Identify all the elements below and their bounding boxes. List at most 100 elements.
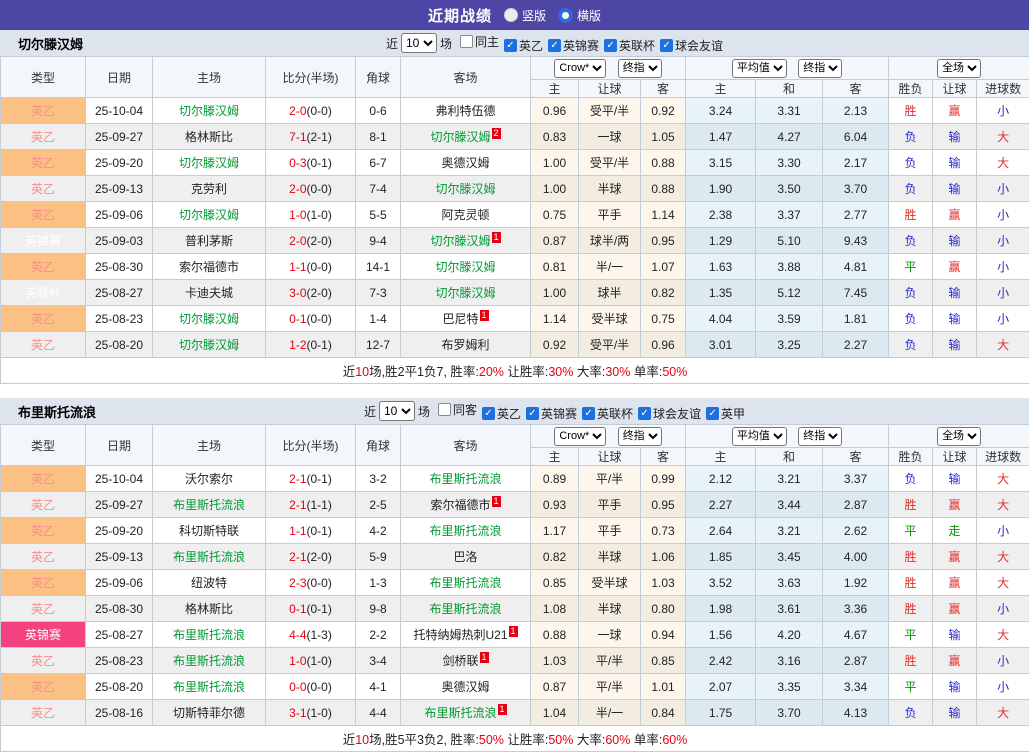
- avg-home-cell: 1.63: [686, 254, 756, 280]
- team-name-text: 克劳利: [191, 182, 227, 196]
- recent-matches-table: 类型 日期 主场 比分(半场) 角球 客场 Crow* 终指 平均值 终指 全场: [0, 424, 1029, 752]
- match-count-select[interactable]: 10: [379, 401, 415, 421]
- section-gap: [0, 384, 1029, 398]
- match-type-cell: 英乙: [1, 306, 86, 332]
- fulltime-score: 0-3: [289, 156, 306, 170]
- avg-home-cell: 2.64: [686, 518, 756, 544]
- same-side-checkbox[interactable]: 同客: [438, 401, 477, 418]
- handicap-result-cell: 输: [933, 332, 977, 358]
- checkbox-checked-icon: ✓: [660, 39, 673, 52]
- odds-source-select[interactable]: Crow*: [554, 427, 606, 446]
- games-label: 场: [418, 403, 430, 420]
- score-cell: 2-0(0-0): [266, 176, 356, 202]
- handicap-cell: 平/半: [579, 674, 641, 700]
- result-cell: 负: [889, 228, 933, 254]
- home-team-cell: 沃尔索尔: [153, 466, 266, 492]
- avg-draw-cell: 3.16: [756, 648, 823, 674]
- halftime-score: (2-0): [307, 286, 332, 300]
- avg-away-cell: 1.92: [823, 570, 889, 596]
- match-type-cell: 英锦赛: [1, 622, 86, 648]
- league-checkbox[interactable]: ✓英联杯: [582, 405, 633, 422]
- handicap-result-cell: 赢: [933, 492, 977, 518]
- scope-select[interactable]: 全场: [937, 427, 981, 446]
- layout-option-vertical[interactable]: 竖版: [504, 7, 546, 24]
- fulltime-score: 2-3: [289, 576, 306, 590]
- avg-draw-cell: 3.30: [756, 150, 823, 176]
- near-label: 近: [364, 403, 376, 420]
- result-text: 平: [905, 628, 917, 642]
- red-card-badge: 1: [480, 310, 489, 321]
- result-text: 大: [997, 130, 1009, 144]
- date-cell: 25-09-27: [86, 124, 153, 150]
- avg-away-cell: 2.87: [823, 648, 889, 674]
- away-team-cell: 切尔滕汉姆: [401, 254, 531, 280]
- col-odds-home: 主: [531, 80, 579, 98]
- avg-draw-cell: 5.10: [756, 228, 823, 254]
- handicap-cell: 平/半: [579, 648, 641, 674]
- avg-source-select[interactable]: 平均值: [732, 427, 787, 446]
- score-cell: 2-1(1-1): [266, 492, 356, 518]
- avg-stage-select[interactable]: 终指: [798, 427, 842, 446]
- avg-group-header: 平均值 终指: [686, 425, 889, 448]
- corner-cell: 5-9: [356, 544, 401, 570]
- corner-cell: 3-4: [356, 648, 401, 674]
- team-name-text: 布里斯托流浪: [429, 472, 501, 486]
- score-cell: 2-3(0-0): [266, 570, 356, 596]
- col-away: 客场: [401, 425, 531, 466]
- handicap-cell: 平手: [579, 202, 641, 228]
- odds-away-cell: 0.88: [641, 150, 686, 176]
- odds-away-cell: 0.92: [641, 98, 686, 124]
- match-row: 英乙25-09-06切尔滕汉姆1-0(1-0)5-5阿克灵顿0.75平手1.14…: [1, 202, 1029, 228]
- team-name-text: 格林斯比: [185, 130, 233, 144]
- odds-stage-select[interactable]: 终指: [618, 427, 662, 446]
- match-row: 英乙25-10-04切尔滕汉姆2-0(0-0)0-6弗利特伍德0.96受平/半0…: [1, 98, 1029, 124]
- result-text: 输: [949, 706, 961, 720]
- league-checkbox[interactable]: ✓英锦赛: [526, 405, 577, 422]
- league-checkbox[interactable]: ✓英锦赛: [548, 37, 599, 54]
- team-name-text: 巴洛: [453, 550, 477, 564]
- match-count-select[interactable]: 10: [401, 33, 437, 53]
- odds-home-cell: 0.87: [531, 228, 579, 254]
- handicap-result-cell: 赢: [933, 596, 977, 622]
- match-type-cell: 英乙: [1, 202, 86, 228]
- match-row: 英乙25-09-20切尔滕汉姆0-3(0-1)6-7奥德汉姆1.00受平/半0.…: [1, 150, 1029, 176]
- handicap-result-cell: 赢: [933, 254, 977, 280]
- avg-source-select[interactable]: 平均值: [732, 59, 787, 78]
- match-type-cell: 英乙: [1, 700, 86, 726]
- league-checkbox[interactable]: ✓英乙: [504, 37, 543, 54]
- date-cell: 25-09-20: [86, 518, 153, 544]
- team-name-text: 布里斯托流浪: [173, 550, 245, 564]
- handicap-cell: 球半: [579, 280, 641, 306]
- odds-stage-select[interactable]: 终指: [618, 59, 662, 78]
- handicap-result-cell: 输: [933, 674, 977, 700]
- same-side-checkbox[interactable]: 同主: [460, 33, 499, 50]
- odds-away-cell: 0.99: [641, 466, 686, 492]
- league-checkbox[interactable]: ✓球会友谊: [638, 405, 701, 422]
- odds-home-cell: 1.08: [531, 596, 579, 622]
- home-team-cell: 克劳利: [153, 176, 266, 202]
- scope-select[interactable]: 全场: [937, 59, 981, 78]
- summary-segment: 60%: [662, 733, 687, 747]
- league-checkbox[interactable]: ✓英乙: [482, 405, 521, 422]
- avg-home-cell: 2.07: [686, 674, 756, 700]
- fulltime-score: 0-0: [289, 680, 306, 694]
- team-name-text: 切尔滕汉姆: [179, 338, 239, 352]
- away-team-cell: 切尔滕汉姆: [401, 176, 531, 202]
- odds-away-cell: 0.73: [641, 518, 686, 544]
- result-cell: 胜: [889, 544, 933, 570]
- result-cell: 胜: [889, 648, 933, 674]
- filter-bar: 近 10 场 同客 ✓英乙 ✓英锦赛 ✓英联杯 ✓球会友谊 ✓英甲: [364, 401, 745, 422]
- league-checkbox[interactable]: ✓英甲: [706, 405, 745, 422]
- avg-stage-select[interactable]: 终指: [798, 59, 842, 78]
- corner-cell: 2-2: [356, 622, 401, 648]
- topbar: 近期战绩 竖版 横版: [0, 0, 1029, 30]
- date-cell: 25-08-27: [86, 280, 153, 306]
- away-team-cell: 托特纳姆热刺U211: [401, 622, 531, 648]
- odds-away-cell: 0.96: [641, 332, 686, 358]
- fulltime-score: 1-0: [289, 208, 306, 222]
- league-checkbox[interactable]: ✓球会友谊: [660, 37, 723, 54]
- odds-source-select[interactable]: Crow*: [554, 59, 606, 78]
- league-checkbox[interactable]: ✓英联杯: [604, 37, 655, 54]
- col-date: 日期: [86, 57, 153, 98]
- layout-option-horizontal[interactable]: 横版: [558, 7, 601, 24]
